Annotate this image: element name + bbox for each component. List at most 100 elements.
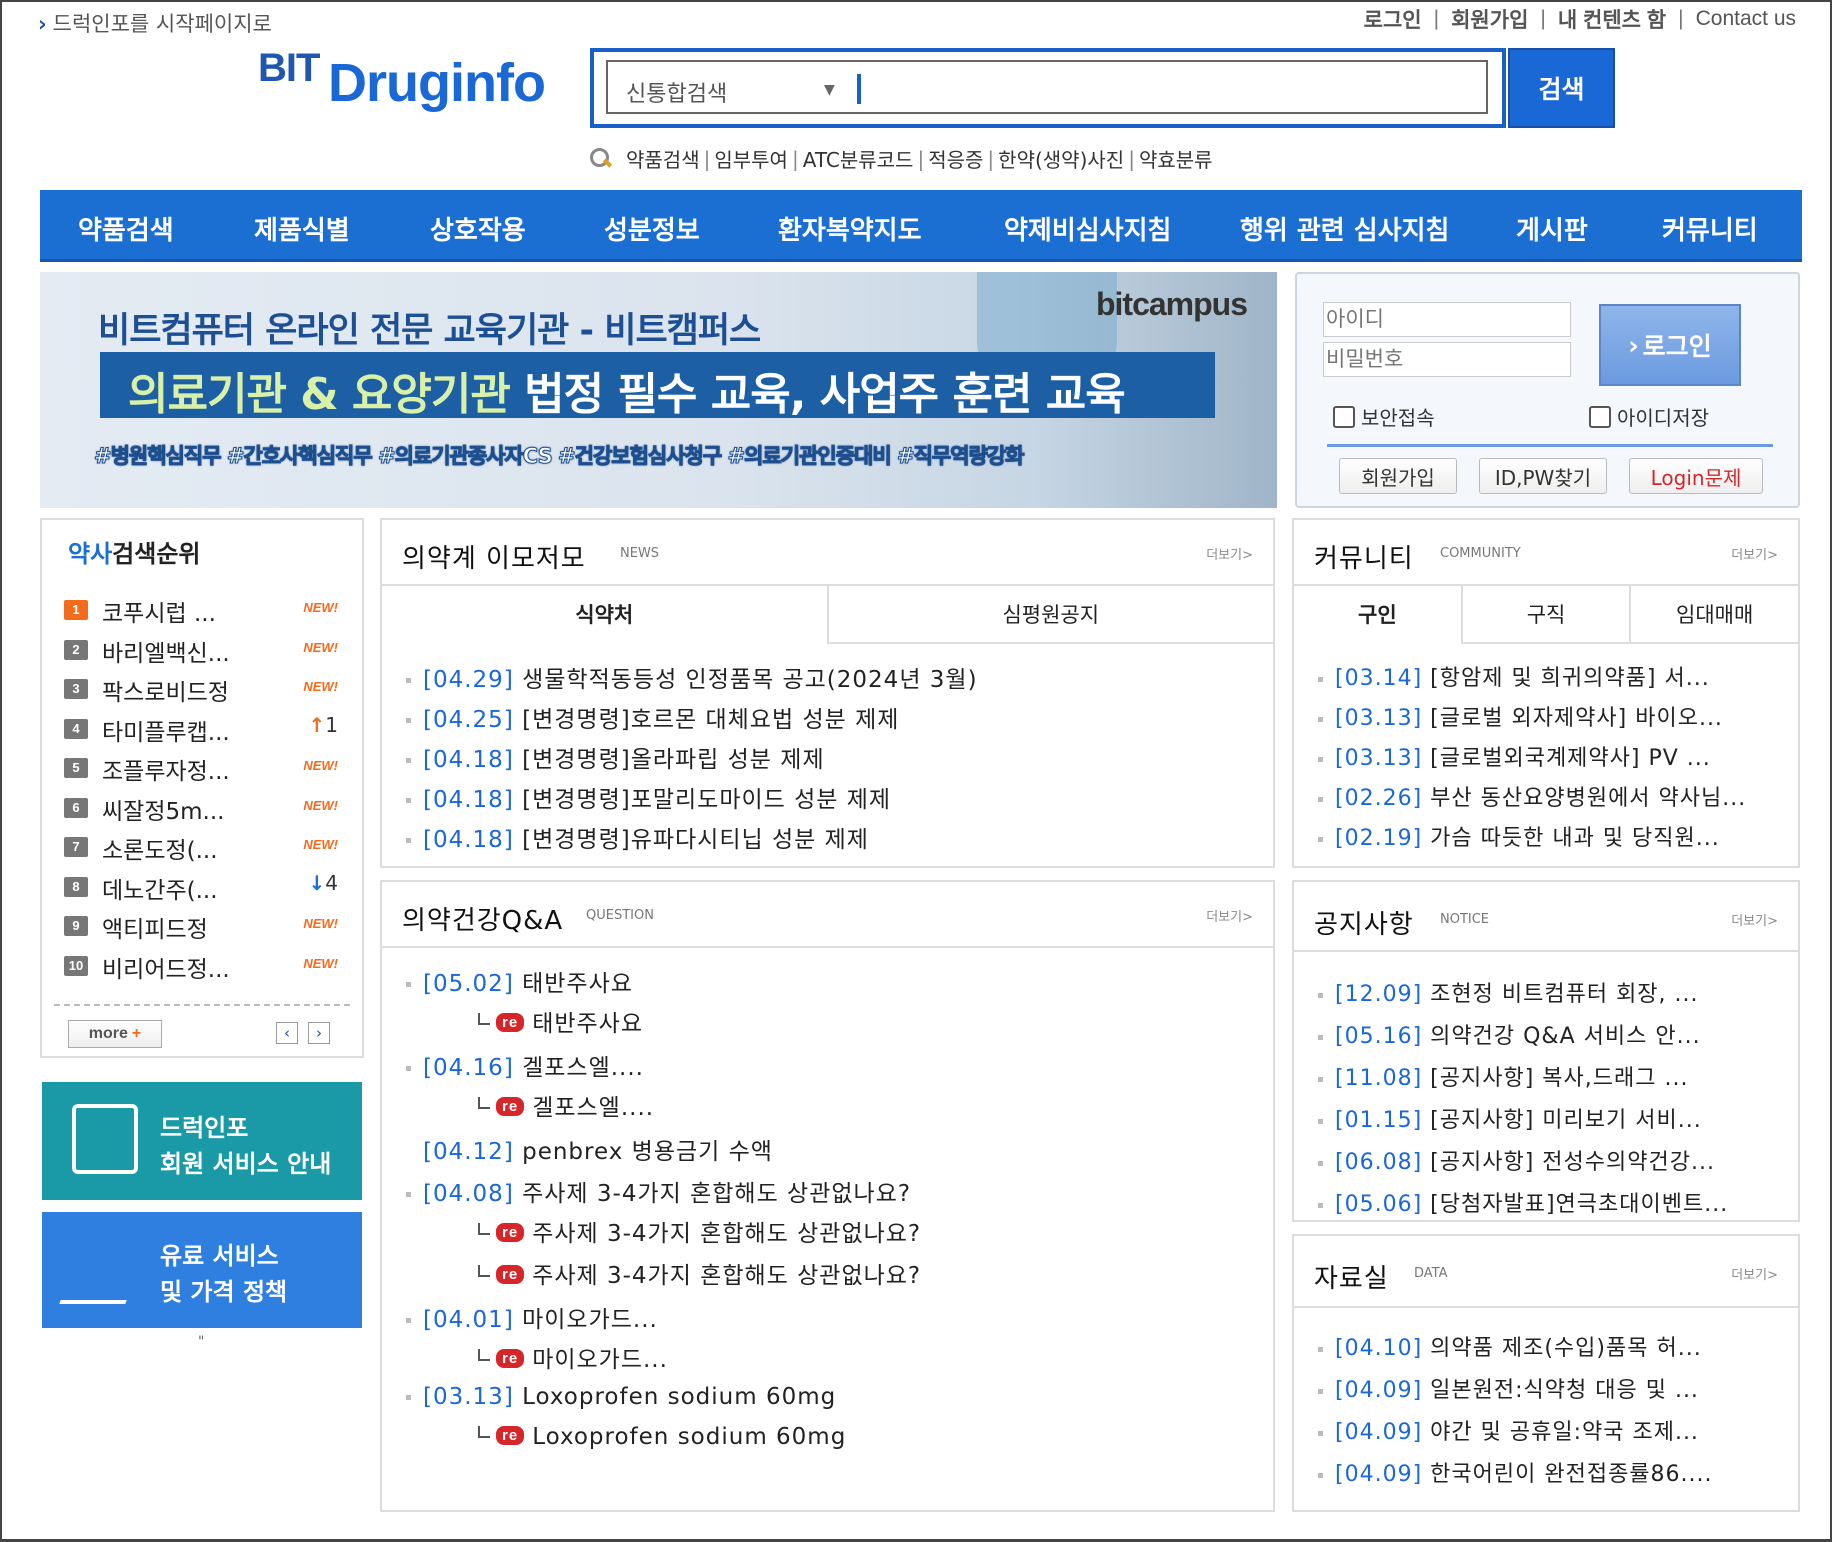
notice-item[interactable]: [06.08] [공지사항] 전성수의약건강...	[1318, 1144, 1715, 1176]
qa-item[interactable]: [04.01] 마이오가드...	[406, 1300, 658, 1334]
nav-procedure-review[interactable]: 행위 관련 심사지침	[1240, 210, 1449, 247]
qa-item[interactable]: [05.02] 태반주사요	[406, 964, 633, 998]
document-icon	[72, 1104, 138, 1174]
notice-item[interactable]: [11.08] [공지사항] 복사,드래그 ...	[1318, 1060, 1688, 1092]
search-category-select[interactable]: 신통합검색	[626, 76, 727, 108]
reply-badge: re	[496, 1223, 525, 1242]
qa-reply[interactable]: re 겔포스엘....	[478, 1088, 654, 1122]
rank-item[interactable]: 4 타미플루캡... ↑1	[64, 713, 354, 749]
rank-more-button[interactable]: more +	[68, 1020, 162, 1048]
find-id-pw-button[interactable]: ID,PW찾기	[1479, 458, 1607, 494]
qa-reply[interactable]: re 주사제 3-4가지 혼합해도 상관없나요?	[478, 1214, 921, 1248]
id-field[interactable]	[1323, 302, 1571, 337]
data-room-panel: 자료실 DATA 더보기> [04.10] 의약품 제조(수입)품목 허... …	[1292, 1234, 1800, 1512]
news-item[interactable]: [04.18] [변경명령]포말리도마이드 성분 제제	[406, 780, 891, 814]
arrow-down-icon: ↓	[308, 871, 326, 895]
rank-item[interactable]: 8 데노간주(... ↓4	[64, 871, 354, 907]
qa-item[interactable]: [04.16] 겔포스엘....	[406, 1048, 644, 1082]
nav-interaction[interactable]: 상호작용	[430, 210, 526, 247]
nav-patient-guide[interactable]: 환자복약지도	[778, 210, 922, 247]
search-input[interactable]: 신통합검색 ▼	[606, 60, 1488, 114]
nav-drug-review[interactable]: 약제비심사지침	[1004, 210, 1171, 247]
contact-link[interactable]: Contact us	[1696, 7, 1796, 31]
promo-banner[interactable]: bitcampus 비트컴퓨터 온라인 전문 교육기관 - 비트캠퍼스 의료기관…	[40, 272, 1277, 508]
member-service-banner[interactable]: 드럭인포 회원 서비스 안내	[42, 1082, 362, 1200]
secure-login-checkbox[interactable]: 보안접속	[1333, 402, 1435, 431]
join-button[interactable]: 회원가입	[1339, 458, 1457, 494]
rank-item[interactable]: 2 바리엘백신... NEW!	[64, 634, 354, 670]
my-content-link[interactable]: 내 컨텐츠 함	[1558, 4, 1666, 34]
search-button[interactable]: 검색	[1508, 48, 1615, 128]
checkbox-icon	[1589, 405, 1611, 428]
password-field[interactable]	[1323, 342, 1571, 377]
community-more-link[interactable]: 더보기>	[1731, 544, 1778, 563]
community-item[interactable]: [02.19] 가슴 따듯한 내과 및 당직원...	[1318, 820, 1720, 852]
rank-item[interactable]: 1 코푸시럽 ... NEW!	[64, 594, 354, 630]
tab-hira[interactable]: 심평원공지	[826, 586, 1273, 644]
nav-community[interactable]: 커뮤니티	[1662, 210, 1758, 247]
data-item[interactable]: [04.09] 야간 및 공휴일:약국 조제...	[1318, 1414, 1699, 1446]
nav-ingredient[interactable]: 성분정보	[604, 210, 700, 247]
data-item[interactable]: [04.09] 한국어린이 완전접종률86....	[1318, 1456, 1713, 1488]
news-item[interactable]: [04.25] [변경명령]호르몬 대체요법 성분 제제	[406, 700, 899, 734]
quick-link-indication[interactable]: 적응증	[928, 144, 983, 173]
notice-header: 공지사항 NOTICE 더보기>	[1294, 882, 1798, 952]
start-page-link[interactable]: › 드럭인포를 시작페이지로	[38, 8, 272, 38]
save-id-checkbox[interactable]: 아이디저장	[1589, 402, 1709, 431]
qa-item[interactable]: [04.12] penbrex 병용금기 수액	[406, 1132, 773, 1166]
quick-link-efficacy[interactable]: 약효분류	[1139, 144, 1213, 173]
rank-item[interactable]: 6 씨잘정5m... NEW!	[64, 792, 354, 828]
news-item[interactable]: [04.18] [변경명령]유파다시티닙 성분 제제	[406, 820, 869, 854]
tab-mfds[interactable]: 식약처	[382, 586, 827, 644]
qa-reply[interactable]: re 마이오가드...	[478, 1340, 668, 1374]
prev-icon[interactable]: ‹	[276, 1022, 298, 1044]
rank-item[interactable]: 7 소론도정(... NEW!	[64, 831, 354, 867]
nav-product-id[interactable]: 제품식별	[254, 210, 350, 247]
login-link[interactable]: 로그인	[1364, 4, 1422, 34]
news-more-link[interactable]: 더보기>	[1206, 544, 1253, 563]
banner-brand: bitcampus	[1095, 286, 1248, 322]
community-item[interactable]: [03.13] [글로벌 외자제약사] 바이오...	[1318, 700, 1723, 732]
qa-reply[interactable]: re Loxoprofen sodium 60mg	[478, 1424, 846, 1450]
community-item[interactable]: [02.26] 부산 동산요양병원에서 약사님...	[1318, 780, 1746, 812]
notice-item[interactable]: [05.16] 의약건강 Q&A 서비스 안...	[1318, 1018, 1701, 1050]
notice-item[interactable]: [05.06] [당첨자발표]연극초대이벤트...	[1318, 1186, 1728, 1218]
login-button[interactable]: › 로그인	[1599, 304, 1741, 386]
notice-item[interactable]: [12.09] 조현정 비트컴퓨터 회장, ...	[1318, 976, 1699, 1008]
rank-item[interactable]: 9 액티피드정 NEW!	[64, 910, 354, 946]
login-problem-button[interactable]: Login문제	[1629, 458, 1763, 494]
rank-item[interactable]: 3 팍스로비드정 NEW!	[64, 673, 354, 709]
search-box: 신통합검색 ▼	[590, 48, 1506, 128]
quick-link-drug-search[interactable]: 약품검색	[626, 144, 700, 173]
tab-hiring[interactable]: 구인	[1294, 586, 1461, 644]
signup-link[interactable]: 회원가입	[1451, 4, 1528, 34]
rank-item[interactable]: 5 조플루자정... NEW!	[64, 752, 354, 788]
next-icon[interactable]: ›	[308, 1022, 330, 1044]
quick-link-herbal[interactable]: 한약(생약)사진	[998, 144, 1124, 173]
nav-board[interactable]: 게시판	[1516, 210, 1588, 247]
site-logo[interactable]: BIT Druginfo	[258, 40, 568, 120]
qa-item[interactable]: [03.13] Loxoprofen sodium 60mg	[406, 1384, 836, 1410]
community-item[interactable]: [03.14] [항암제 및 희귀의약품] 서...	[1318, 660, 1710, 692]
paid-service-banner[interactable]: 유료 서비스 및 가격 정책	[42, 1212, 362, 1328]
data-item[interactable]: [04.09] 일본원전:식약청 대응 및 ...	[1318, 1372, 1699, 1404]
news-header: 의약계 이모저모 NEWS 더보기>	[382, 520, 1273, 586]
rank-item[interactable]: 10 비리어드정... NEW!	[64, 950, 354, 986]
nav-drug-search[interactable]: 약품검색	[78, 210, 174, 247]
tab-job-seeking[interactable]: 구직	[1460, 586, 1630, 644]
notice-item[interactable]: [01.15] [공지사항] 미리보기 서비...	[1318, 1102, 1702, 1134]
news-item[interactable]: [04.18] [변경명령]올라파립 성분 제제	[406, 740, 825, 774]
qa-more-link[interactable]: 더보기>	[1206, 906, 1253, 925]
quick-link-atc[interactable]: ATC분류코드	[803, 144, 914, 173]
tab-lease[interactable]: 임대매매	[1629, 586, 1799, 644]
news-item[interactable]: [04.29] 생물학적동등성 인정품목 공고(2024년 3월)	[406, 660, 978, 694]
quick-link-pregnancy[interactable]: 임부투여	[714, 144, 788, 173]
qa-item[interactable]: [04.08] 주사제 3-4가지 혼합해도 상관없나요?	[406, 1174, 911, 1208]
data-room-more-link[interactable]: 더보기>	[1731, 1264, 1778, 1283]
community-item[interactable]: [03.13] [글로벌외국계제약사] PV ...	[1318, 740, 1711, 772]
notice-more-link[interactable]: 더보기>	[1731, 910, 1778, 929]
data-room-header: 자료실 DATA 더보기>	[1294, 1236, 1798, 1308]
qa-reply[interactable]: re 태반주사요	[478, 1004, 643, 1038]
data-item[interactable]: [04.10] 의약품 제조(수입)품목 허...	[1318, 1330, 1702, 1362]
qa-reply[interactable]: re 주사제 3-4가지 혼합해도 상관없나요?	[478, 1256, 921, 1290]
